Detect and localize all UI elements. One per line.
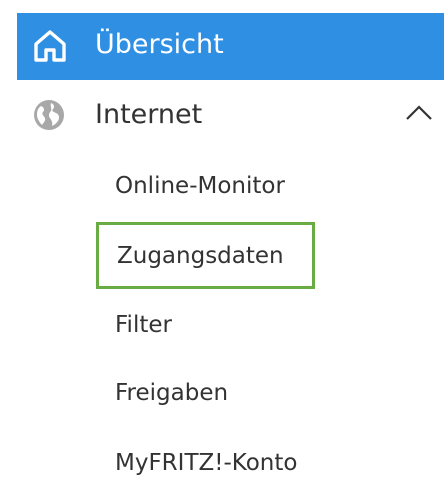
nav-subitem-label: MyFRITZ!-Konto bbox=[115, 450, 298, 476]
nav-subitem-zugangsdaten[interactable]: Zugangsdaten bbox=[96, 222, 315, 289]
nav-subitem-label: Freigaben bbox=[115, 380, 229, 406]
sidebar-nav: Übersicht Internet Online-Monitor Zugang… bbox=[0, 0, 444, 478]
globe-icon bbox=[32, 98, 66, 132]
nav-subitem-label: Filter bbox=[115, 312, 172, 338]
nav-subitem-label: Zugangsdaten bbox=[117, 243, 284, 269]
nav-item-uebersicht[interactable]: Übersicht bbox=[17, 13, 444, 80]
chevron-up-icon[interactable] bbox=[404, 104, 434, 122]
nav-item-label: Internet bbox=[95, 99, 203, 130]
nav-subitem-label: Online-Monitor bbox=[115, 173, 285, 199]
nav-item-internet[interactable]: Internet bbox=[17, 82, 444, 148]
nav-item-label: Übersicht bbox=[95, 29, 224, 60]
home-icon bbox=[32, 29, 68, 63]
